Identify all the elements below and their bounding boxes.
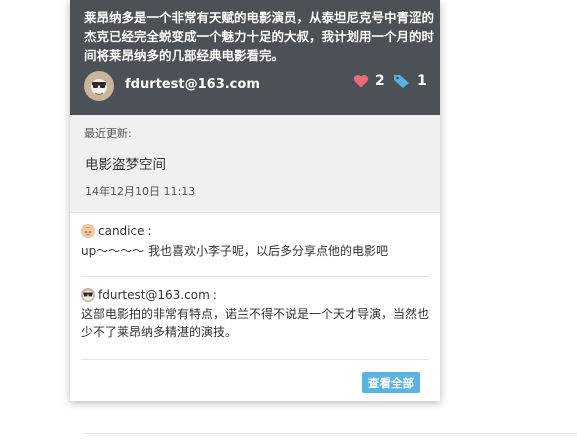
likes-stat[interactable]: 2 <box>353 73 385 89</box>
comment-author[interactable]: fdurtest@163.com : <box>81 288 429 302</box>
divider <box>85 433 577 434</box>
comment-text: 这部电影拍的非常有特点，诺兰不得不说是一个天才导演，当然也少不了莱昂纳多精湛的演… <box>81 307 430 339</box>
likes-count: 2 <box>375 73 385 89</box>
update-title[interactable]: 电影盗梦空间 <box>85 153 166 173</box>
comment-author-colon: : <box>212 288 217 302</box>
comment-item: candice : up～～～～ 我也喜欢小李子呢，以后多分享点他的电影吧 <box>81 213 429 277</box>
comment-author[interactable]: candice : <box>81 224 429 238</box>
tags-count: 1 <box>417 73 427 89</box>
avatar[interactable] <box>84 71 114 101</box>
comment-author-name: fdurtest@163.com <box>98 288 210 302</box>
tags-stat[interactable]: 1 <box>393 73 427 89</box>
update-date: 14年12月10日 11:13 <box>85 185 196 198</box>
comment-list: candice : up～～～～ 我也喜欢小李子呢，以后多分享点他的电影吧 fd… <box>70 213 440 360</box>
user-avatar-icon <box>83 290 93 301</box>
page: 莱昂纳多是一个非常有天赋的电影演员，从泰坦尼克号中青涩的杰克已经完全蜕变成一个魅… <box>0 0 577 444</box>
tag-icon <box>394 75 409 88</box>
comment-item: fdurtest@163.com : 这部电影拍的非常有特点，诺兰不得不说是一个… <box>81 277 429 360</box>
comment-author-name: candice <box>98 224 145 238</box>
comment-text: up～～～～ 我也喜欢小李子呢，以后多分享点他的电影吧 <box>81 244 389 258</box>
author-name[interactable]: fdurtest@163.com <box>125 77 260 92</box>
user-avatar-icon <box>91 79 107 96</box>
latest-update[interactable]: 最近更新: 电影盗梦空间 14年12月10日 11:13 <box>70 115 440 213</box>
user-avatar-icon <box>81 224 95 238</box>
view-all-button[interactable]: 查看全部 <box>362 372 420 393</box>
avatar <box>81 224 95 238</box>
post-description: 莱昂纳多是一个非常有天赋的电影演员，从泰坦尼克号中青涩的杰克已经完全蜕变成一个魅… <box>84 10 435 63</box>
heart-icon <box>353 74 369 88</box>
post-header: 莱昂纳多是一个非常有天赋的电影演员，从泰坦尼克号中青涩的杰克已经完全蜕变成一个魅… <box>70 0 440 115</box>
avatar <box>81 288 95 302</box>
post-card: 莱昂纳多是一个非常有天赋的电影演员，从泰坦尼克号中青涩的杰克已经完全蜕变成一个魅… <box>70 0 440 401</box>
comment-author-colon: : <box>147 224 152 238</box>
update-label: 最近更新: <box>84 127 132 140</box>
